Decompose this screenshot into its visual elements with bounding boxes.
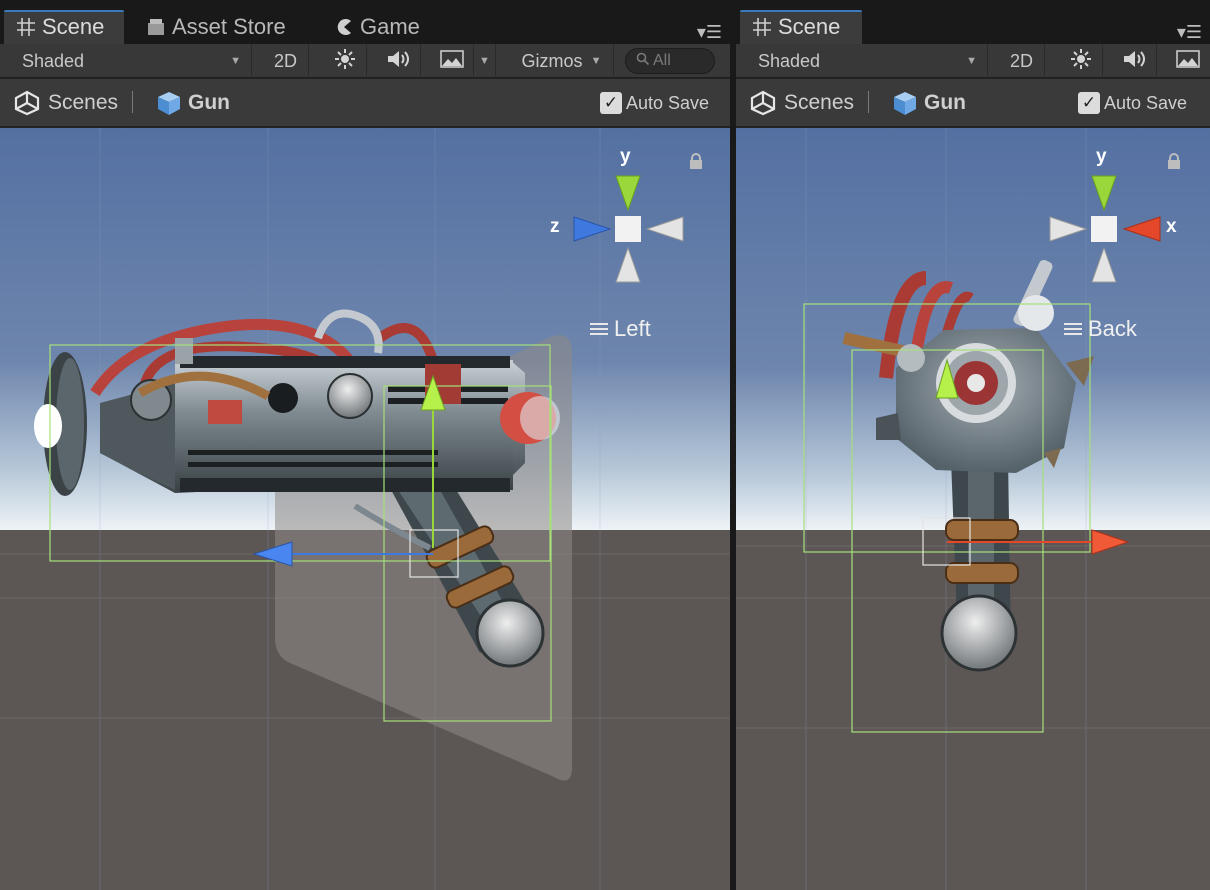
breadcrumb-label: Gun — [188, 91, 230, 114]
scene-viewport[interactable]: y z Left — [0, 128, 730, 890]
effects-toggle-button[interactable] — [430, 44, 474, 78]
unity-logo-icon — [750, 90, 776, 116]
breadcrumb-scenes[interactable]: Scenes — [750, 79, 854, 127]
tab-strip: Scene Asset Store Game ▾☰ — [0, 0, 730, 44]
scene-panel-left: Scene Asset Store Game ▾☰ Shaded ▼ 2D ▼ … — [0, 0, 730, 890]
auto-save-toggle[interactable]: ✓ Auto Save — [1078, 79, 1187, 127]
effects-dropdown[interactable]: ▼ — [474, 44, 496, 78]
shading-mode-label: Shaded — [758, 50, 821, 71]
landscape-icon — [439, 49, 464, 73]
breadcrumb-label: Gun — [924, 91, 966, 114]
breadcrumb-label: Scenes — [48, 91, 119, 114]
gizmo-x-label: x — [1166, 216, 1177, 237]
unity-logo-icon — [14, 90, 40, 116]
tab-label: Scene — [778, 14, 841, 39]
breadcrumb-scenes[interactable]: Scenes — [14, 79, 118, 127]
lighting-toggle-button[interactable] — [1059, 44, 1103, 78]
pacman-icon — [334, 17, 354, 37]
2d-label: 2D — [273, 50, 297, 71]
search-placeholder: All — [653, 52, 671, 69]
shading-mode-dropdown[interactable]: Shaded ▼ — [0, 44, 252, 78]
grid-icon — [16, 17, 36, 37]
sun-icon — [334, 48, 356, 75]
auto-save-label: Auto Save — [1104, 92, 1188, 113]
search-input[interactable]: All — [625, 48, 715, 74]
shading-mode-label: Shaded — [22, 50, 85, 71]
tab-scene[interactable]: Scene — [740, 10, 862, 44]
chevron-down-icon: ▼ — [590, 55, 602, 67]
search-icon — [636, 52, 650, 71]
lighting-toggle-button[interactable] — [323, 44, 367, 78]
breadcrumb-separator — [132, 91, 133, 113]
tab-game[interactable]: Game — [322, 10, 432, 44]
hamburger-icon — [1064, 323, 1082, 335]
tab-label: Game — [360, 14, 420, 39]
breadcrumb-separator — [868, 91, 869, 113]
2d-toggle-button[interactable]: 2D — [999, 44, 1045, 78]
cube-icon — [156, 90, 182, 116]
auto-save-label: Auto Save — [626, 92, 710, 113]
auto-save-toggle[interactable]: ✓ Auto Save — [600, 79, 709, 127]
scene-panel-right: Scene ▾☰ Shaded ▼ 2D Scenes Gun ✓ Auto S… — [736, 0, 1210, 890]
scene-render — [736, 128, 1210, 890]
tab-scene[interactable]: Scene — [4, 10, 124, 44]
panel-menu-icon[interactable]: ▾☰ — [697, 22, 722, 43]
breadcrumb: Scenes Gun ✓ Auto Save — [736, 79, 1210, 127]
panel-menu-icon[interactable]: ▾☰ — [1177, 22, 1202, 43]
landscape-icon — [1176, 49, 1200, 73]
chevron-down-icon: ▼ — [230, 55, 241, 67]
2d-toggle-button[interactable]: 2D — [263, 44, 309, 78]
breadcrumb-gun[interactable]: Gun — [156, 79, 230, 127]
gizmos-dropdown[interactable]: Gizmos ▼ — [510, 44, 614, 78]
effects-toggle-button[interactable] — [1166, 44, 1210, 78]
2d-label: 2D — [1009, 50, 1033, 71]
gizmo-z-label: z — [550, 216, 560, 237]
tab-asset-store[interactable]: Asset Store — [134, 10, 298, 44]
store-icon — [146, 17, 166, 37]
chevron-down-icon: ▼ — [479, 55, 490, 67]
breadcrumb-gun[interactable]: Gun — [892, 79, 966, 127]
grid-icon — [752, 17, 772, 37]
sun-icon — [1070, 48, 1092, 75]
tab-strip: Scene ▾☰ — [736, 0, 1210, 44]
gizmo-y-label: y — [620, 146, 631, 167]
speaker-icon — [386, 48, 410, 75]
view-projection-label[interactable]: Back — [1064, 316, 1137, 342]
lock-icon[interactable] — [689, 153, 703, 169]
audio-toggle-button[interactable] — [375, 44, 421, 78]
tab-label: Scene — [42, 14, 105, 39]
tab-label: Asset Store — [172, 14, 286, 39]
breadcrumb-label: Scenes — [784, 91, 855, 114]
chevron-down-icon: ▼ — [966, 55, 977, 67]
view-projection-label[interactable]: Left — [590, 316, 651, 342]
breadcrumb: Scenes Gun ✓ Auto Save — [0, 79, 730, 127]
shading-mode-dropdown[interactable]: Shaded ▼ — [736, 44, 988, 78]
scene-viewport[interactable]: y x Back — [736, 128, 1210, 890]
hamburger-icon — [590, 323, 608, 335]
scene-render — [0, 128, 730, 890]
checkmark-icon: ✓ — [1078, 92, 1100, 114]
scene-toolbar: Shaded ▼ 2D ▼ Gizmos ▼ All — [0, 44, 730, 78]
lock-icon[interactable] — [1167, 153, 1181, 169]
checkmark-icon: ✓ — [600, 92, 622, 114]
view-name: Left — [614, 316, 651, 341]
audio-toggle-button[interactable] — [1111, 44, 1157, 78]
cube-icon — [892, 90, 918, 116]
gizmo-y-label: y — [1096, 146, 1107, 167]
view-name: Back — [1088, 316, 1137, 341]
scene-toolbar: Shaded ▼ 2D — [736, 44, 1210, 78]
speaker-icon — [1122, 48, 1146, 75]
gizmos-label: Gizmos — [521, 50, 583, 71]
